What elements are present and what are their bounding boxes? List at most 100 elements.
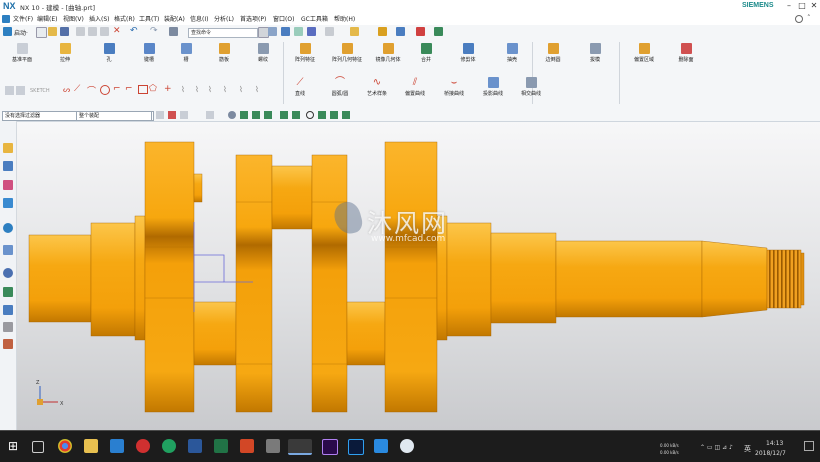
clock-date[interactable]: 2018/12/7 [755, 450, 786, 457]
deselect-icon[interactable] [168, 111, 176, 119]
shaft-taper[interactable] [701, 240, 768, 318]
ime-indicator[interactable]: 英 [744, 444, 751, 454]
front-main-journal[interactable] [90, 222, 136, 337]
delete-face-button[interactable]: 删除面 [671, 43, 701, 63]
history-icon[interactable] [3, 268, 13, 278]
open-icon[interactable] [48, 27, 57, 36]
select-mode-icon[interactable] [156, 111, 164, 119]
point-on-curve-snap-icon[interactable] [330, 111, 338, 119]
sketch-fillet-icon[interactable]: ⌐ [113, 84, 121, 94]
tapered-shaft[interactable] [555, 240, 703, 318]
point-on-face-snap-icon[interactable] [342, 111, 350, 119]
crank-web-4[interactable] [384, 141, 438, 413]
menu-format[interactable]: 格式(R) [114, 14, 135, 23]
multi-select-icon[interactable] [180, 111, 188, 119]
menu-assembly[interactable]: 装配(A) [164, 14, 185, 23]
menu-preferences[interactable]: 首选项(P) [240, 14, 266, 23]
project-curve-button[interactable]: 投影曲线 [478, 77, 508, 97]
constraint-navigator-icon[interactable] [3, 180, 13, 190]
sketch-icon[interactable] [5, 86, 14, 95]
arc-center-snap-icon[interactable] [292, 111, 300, 119]
rear-main-journal[interactable] [446, 222, 492, 337]
analysis-icon[interactable] [434, 27, 443, 36]
crankshaft-model[interactable]: Z X [17, 122, 820, 430]
sketch-trim-icon[interactable]: ⌇ [181, 85, 185, 94]
render-style-icon[interactable] [307, 27, 316, 36]
sketch-offset-icon[interactable]: ⌇ [223, 85, 227, 94]
app-blue-icon[interactable] [110, 439, 124, 453]
endpoint-snap-icon[interactable] [240, 111, 248, 119]
new-icon[interactable] [36, 27, 47, 38]
process-studio-icon[interactable] [3, 287, 13, 297]
sketch-chamfer-icon[interactable]: ⌐ [125, 84, 133, 94]
snap-icon[interactable] [350, 27, 359, 36]
filter-icon[interactable] [396, 27, 405, 36]
offset-curve-button[interactable]: ⫽ 偏置曲线 [400, 77, 430, 97]
maximize-button[interactable]: □ [796, 0, 808, 12]
app-menu-icon[interactable] [2, 15, 10, 23]
mirror-geometry-button[interactable]: 镜像几何体 [368, 43, 408, 63]
profile-icon[interactable]: ᔕ [63, 85, 70, 94]
copy-icon[interactable] [88, 27, 97, 36]
existing-point-snap-icon[interactable] [318, 111, 326, 119]
baidu-netdisk-icon[interactable] [400, 439, 414, 453]
rear-end-shaft[interactable] [490, 232, 557, 324]
sketch-point-icon[interactable]: + [164, 84, 172, 94]
extrude-button[interactable]: 拉伸 [52, 43, 78, 63]
menu-help[interactable]: 帮助(H) [334, 14, 355, 23]
arc-circle-button[interactable]: ⌒ 圆弧/圆 [326, 77, 354, 97]
menu-window[interactable]: 窗口(O) [273, 14, 294, 23]
draft-button[interactable]: 拔模 [582, 43, 608, 63]
nx-taskbar-icon[interactable] [288, 439, 312, 455]
windows-start-icon[interactable]: ⊞ [6, 439, 20, 453]
fit-icon[interactable] [294, 27, 303, 36]
graphics-viewport[interactable]: Z X 沐风网 www.mfcad.com [17, 122, 820, 430]
part-navigator-icon[interactable] [3, 143, 13, 153]
rib-button[interactable]: 筋板 [211, 43, 237, 63]
crankpin-1[interactable] [193, 301, 237, 366]
powerpoint-icon[interactable] [240, 439, 254, 453]
edge-blend-button[interactable]: 边倒圆 [538, 43, 568, 63]
intersection-snap-icon[interactable] [280, 111, 288, 119]
web-collar-1[interactable] [193, 173, 203, 203]
pattern-geometry-button[interactable]: 阵列几何特征 [327, 43, 367, 63]
app-gray-icon[interactable] [266, 439, 280, 453]
menu-view[interactable]: 视图(V) [63, 14, 84, 23]
save-icon[interactable] [60, 27, 69, 36]
crank-web-3[interactable] [311, 154, 348, 413]
quadrant-snap-icon[interactable] [306, 111, 314, 119]
groove-button[interactable]: 槽 [173, 43, 199, 63]
help-icon[interactable] [795, 15, 803, 23]
crank-web-1[interactable] [144, 141, 195, 413]
web-browser-icon[interactable] [3, 245, 13, 255]
assembly-navigator-icon[interactable] [3, 161, 13, 171]
sketch-polygon-icon[interactable]: ⬠ [149, 84, 157, 94]
view-orient-icon[interactable] [281, 27, 290, 36]
menu-file[interactable]: 文件(F) [13, 14, 33, 23]
sketch-circle-icon[interactable] [100, 85, 110, 95]
line-button[interactable]: ⟋ 直线 [287, 77, 313, 97]
app-green-icon[interactable] [162, 439, 176, 453]
rect-select-icon[interactable] [206, 111, 214, 119]
menu-gc-toolkit[interactable]: GC工具箱 [301, 14, 328, 23]
manufacturing-wizard-icon[interactable] [3, 305, 13, 315]
menu-tools[interactable]: 工具(T) [139, 14, 159, 23]
system-materials-icon[interactable] [3, 339, 13, 349]
menu-edit[interactable]: 编辑(E) [37, 14, 57, 23]
role-icon[interactable] [3, 322, 13, 332]
front-journal-shoulder[interactable] [134, 215, 146, 341]
menu-analysis[interactable]: 分析(L) [214, 14, 234, 23]
sketch-arc-icon[interactable]: ⌒ [87, 84, 96, 97]
offset-region-button[interactable]: 偏置区域 [626, 43, 662, 63]
task-view-icon[interactable] [32, 441, 44, 453]
menu-info[interactable]: 信息(I) [190, 14, 208, 23]
measure-icon[interactable] [416, 27, 425, 36]
delete-icon[interactable]: ✕ [113, 26, 121, 36]
excel-icon[interactable] [214, 439, 228, 453]
reuse-library-icon[interactable] [3, 198, 13, 208]
shell-button[interactable]: 抽壳 [499, 43, 525, 63]
sketch-extend-icon[interactable]: ⌇ [195, 85, 199, 94]
hd3d-tools-icon[interactable] [3, 223, 13, 233]
start-icon[interactable] [3, 27, 12, 36]
command-search-input[interactable]: 查找命令 [188, 28, 258, 38]
